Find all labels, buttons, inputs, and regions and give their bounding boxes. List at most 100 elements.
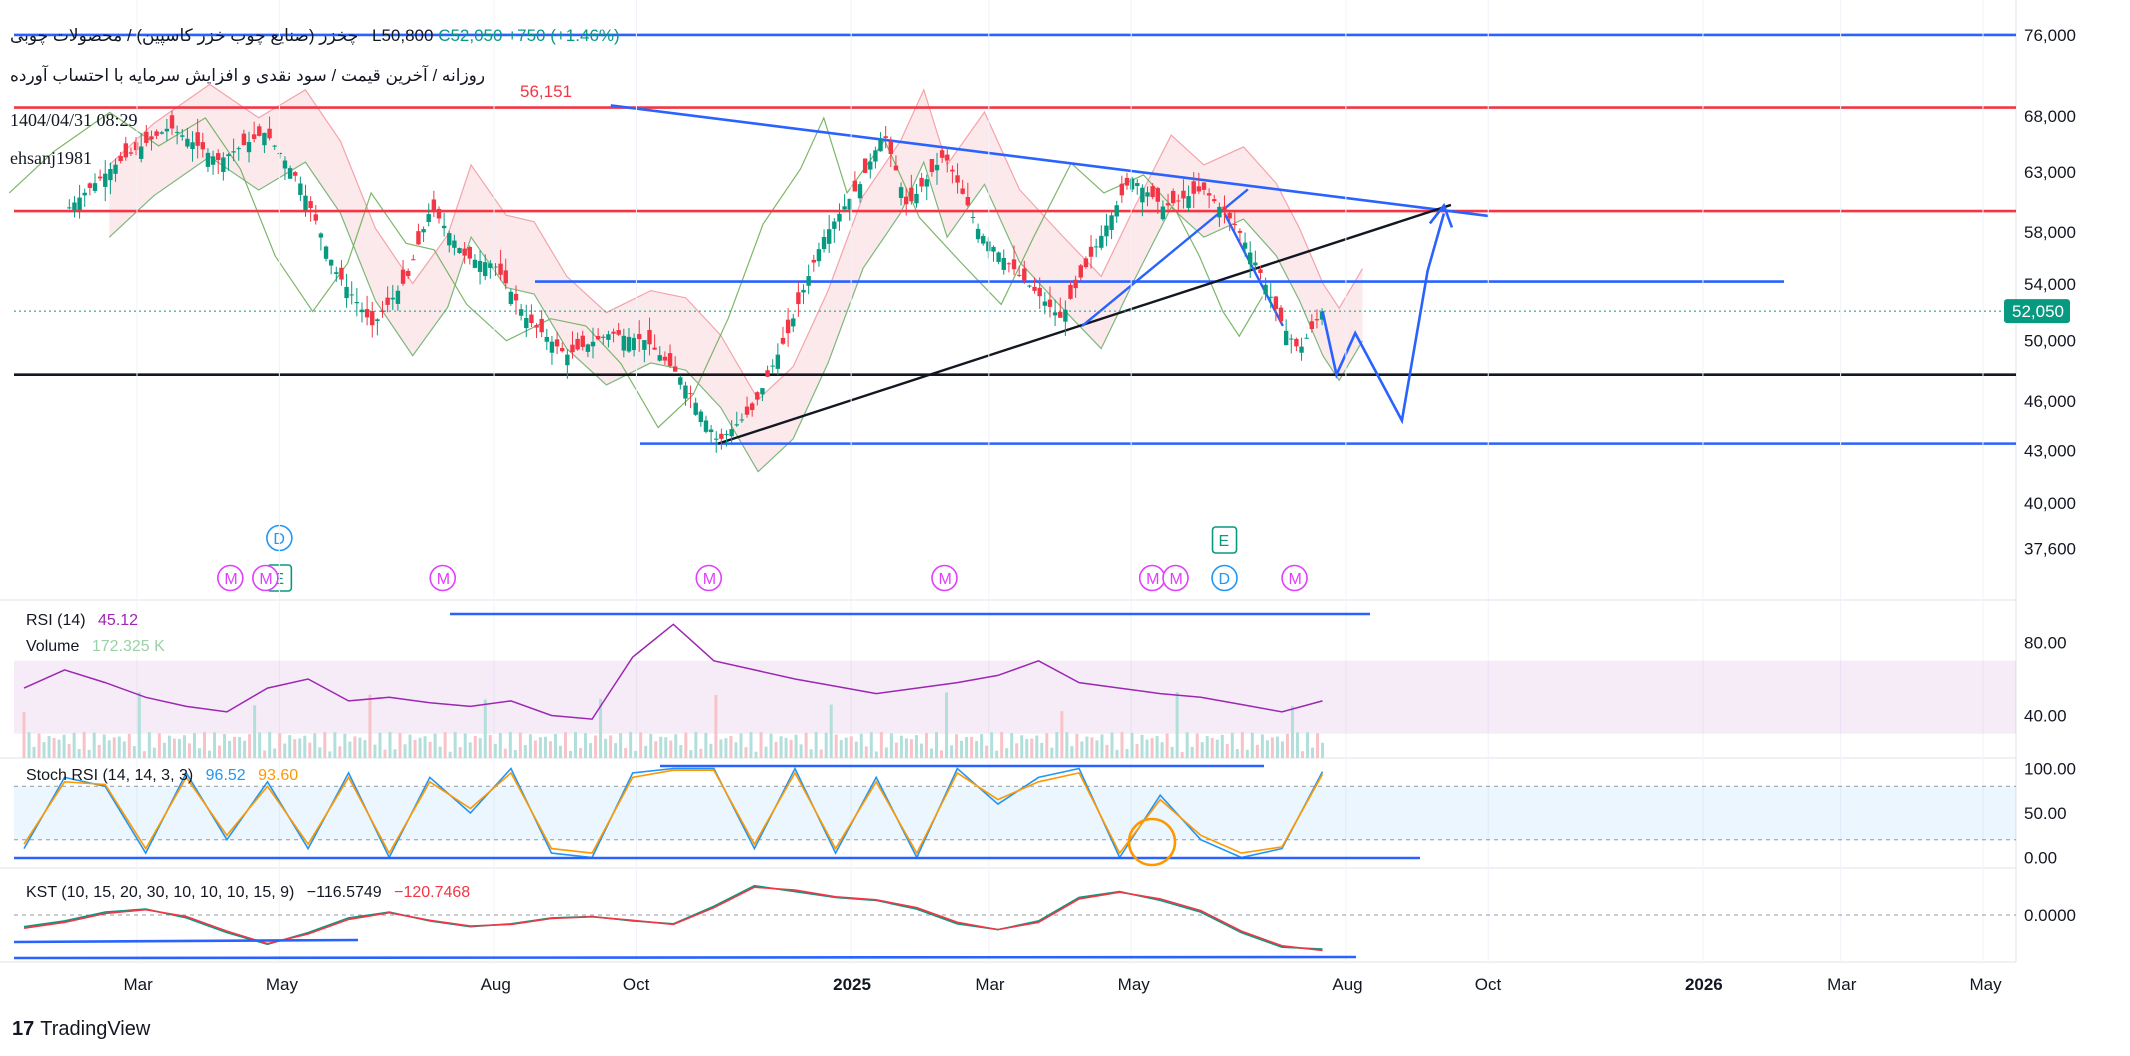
volume-bar (729, 735, 733, 758)
candle-body (267, 128, 272, 139)
datetime-label: 1404/04/31 08:29 (10, 110, 138, 130)
volume-bar (1321, 742, 1325, 758)
candle-body (103, 173, 108, 187)
candle-body (703, 420, 709, 432)
volume-legend[interactable]: Volume 172.325 K (26, 638, 165, 656)
volume-bar (849, 736, 853, 758)
candle-body (313, 214, 318, 221)
candle-body (549, 341, 555, 353)
volume-bar (990, 732, 994, 758)
candle-body (139, 146, 144, 159)
candle-body (975, 228, 981, 240)
volume-bar (1220, 734, 1224, 758)
candle-body (1032, 286, 1037, 291)
volume-bar (649, 733, 653, 758)
change-value: +750 (+1.46%) (507, 26, 620, 45)
rsi-legend[interactable]: RSI (14) 45.12 (26, 612, 138, 630)
candle-body (1093, 246, 1099, 248)
candle-body (1119, 183, 1125, 196)
candle-body (190, 142, 195, 150)
kst-value: −116.5749 (306, 884, 382, 901)
candle-body (811, 259, 816, 263)
volume-bar (238, 737, 242, 758)
volume-bar (363, 740, 367, 758)
volume-bar (654, 741, 658, 758)
volume-bar (889, 733, 893, 758)
candle-body (775, 354, 781, 369)
price-axis-tick-label: 76,000 (2024, 26, 2076, 45)
volume-bar (909, 739, 913, 758)
candle-body (113, 164, 118, 174)
candle-body (431, 199, 437, 212)
candle-body (960, 188, 965, 194)
volume-bar (398, 732, 402, 758)
volume-bar (213, 732, 217, 758)
candle-body (585, 344, 591, 352)
chart-subtitle: روزانه / آخرین قیمت / سود نقدی و افزایش … (10, 66, 486, 85)
candle-body (513, 293, 519, 301)
volume-bar (874, 751, 878, 758)
volume-bar (1170, 746, 1174, 758)
volume-bar (157, 733, 161, 758)
volume-bar (689, 750, 693, 758)
candle-body (87, 183, 93, 188)
candle-body (97, 176, 103, 179)
candle-body (328, 259, 334, 266)
stoch-legend[interactable]: Stoch RSI (14, 14, 3, 3) 96.52 93.60 (26, 767, 298, 785)
tradingview-logo[interactable]: 17 TradingView (12, 1018, 150, 1041)
volume-bar (137, 692, 141, 758)
volume-bar (674, 734, 678, 758)
candle-body (534, 325, 539, 328)
candle-body (893, 165, 899, 171)
candle-body (241, 133, 247, 146)
candle-body (477, 260, 483, 272)
volume-bar (498, 732, 502, 758)
candle-body (1263, 284, 1268, 295)
volume-bar (1020, 735, 1024, 758)
candle-body (965, 197, 971, 206)
volume-bar (172, 738, 176, 758)
candle-body (426, 214, 431, 222)
volume-bar (1255, 744, 1259, 758)
candle-body (652, 347, 657, 350)
volume-bar (774, 741, 778, 758)
volume-bar (1195, 733, 1199, 758)
candle-body (878, 139, 883, 152)
volume-bar (493, 743, 497, 758)
stoch-band (14, 786, 2016, 840)
volume-bar (1265, 740, 1269, 758)
volume-bar (323, 732, 327, 758)
volume-bar (488, 734, 492, 758)
volume-bar (77, 749, 81, 758)
candle-body (539, 318, 544, 333)
volume-bar (62, 734, 66, 758)
time-axis-tick-label: 2025 (833, 975, 871, 994)
volume-bar (1050, 747, 1054, 758)
volume-bar (112, 737, 116, 758)
volume-bar (27, 732, 31, 758)
volume-bar (478, 738, 482, 758)
candle-body (801, 289, 806, 293)
volume-bar (483, 699, 487, 758)
candle-body (457, 248, 462, 254)
candle-body (647, 329, 652, 345)
volume-bar (639, 732, 643, 758)
volume-bar (1155, 736, 1159, 758)
candle-body (246, 142, 252, 153)
volume-bar (1215, 739, 1219, 758)
candle-body (955, 175, 960, 183)
volume-bar (263, 750, 267, 758)
volume-bar (273, 748, 277, 758)
kst-legend[interactable]: KST (10, 15, 20, 30, 10, 10, 10, 15, 9) … (26, 884, 470, 902)
event-marker-label: D (1219, 571, 1231, 588)
volume-bar (503, 748, 507, 758)
candle-body (1078, 265, 1083, 278)
volume-bar (513, 750, 517, 758)
candle-body (1006, 263, 1012, 265)
candle-body (590, 341, 596, 347)
candle-body (1289, 338, 1294, 340)
ichimoku-cloud (109, 84, 1363, 472)
volume-bar (177, 739, 181, 758)
candle-body (667, 353, 673, 367)
volume-bar (955, 734, 959, 758)
